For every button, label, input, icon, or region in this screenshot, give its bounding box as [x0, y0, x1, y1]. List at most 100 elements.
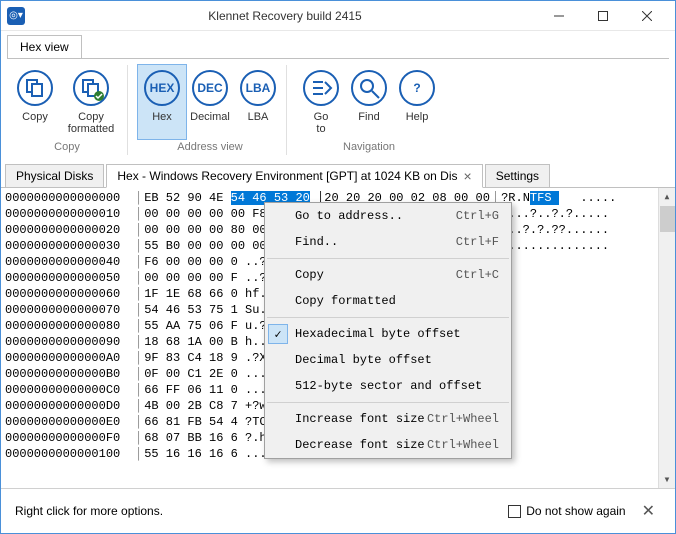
menu-item[interactable]: Copy formatted: [265, 288, 511, 314]
help-button[interactable]: ? Help: [393, 65, 441, 139]
vertical-scrollbar[interactable]: ▴ ▾: [658, 188, 675, 488]
tab-hex[interactable]: Hex - Windows Recovery Environment [GPT]…: [106, 164, 482, 188]
menu-item-label: Copy formatted: [295, 294, 396, 308]
hex-bytes[interactable]: 66 81 FB 54 4: [144, 414, 238, 430]
hex-bytes[interactable]: 18 68 1A 00 B: [144, 334, 238, 350]
hex-bytes[interactable]: 9F 83 C4 18 9: [144, 350, 238, 366]
offset: 0000000000000020: [5, 222, 133, 238]
menu-item-label: Decrease font size: [295, 438, 425, 452]
ribbon-group-label: Navigation: [343, 141, 395, 153]
document-tabs: Physical Disks Hex - Windows Recovery Env…: [1, 159, 675, 188]
window-title: Klennet Recovery build 2415: [33, 9, 537, 23]
menu-item-label: Hexadecimal byte offset: [295, 327, 461, 341]
hex-bytes[interactable]: 1F 1E 68 66 0: [144, 286, 238, 302]
hex-bytes[interactable]: 54 46 53 75 1: [144, 302, 238, 318]
menu-item[interactable]: 512-byte sector and offset: [265, 373, 511, 399]
scroll-down-icon[interactable]: ▾: [659, 471, 675, 488]
checkbox-label: Do not show again: [526, 504, 625, 518]
status-close-icon[interactable]: ✕: [636, 501, 661, 521]
goto-button[interactable]: Go to: [297, 65, 345, 139]
offset: 0000000000000070: [5, 302, 133, 318]
hex-icon: HEX: [141, 67, 183, 109]
copy-formatted-icon: [70, 67, 112, 109]
menu-separator: [267, 317, 509, 318]
status-message: Right click for more options.: [15, 504, 498, 518]
hex-bytes[interactable]: 0F 00 C1 2E 0: [144, 366, 238, 382]
find-icon: [348, 67, 390, 109]
ribbon-group-label: Copy: [54, 141, 80, 153]
ribbon-group-navigation: Go to Find? Help Navigation: [293, 65, 445, 155]
tab-settings[interactable]: Settings: [485, 164, 550, 188]
decimal-label: Decimal: [190, 111, 230, 135]
offset: 0000000000000010: [5, 206, 133, 222]
hex-bytes[interactable]: 00 00 00 00 F: [144, 270, 238, 286]
menu-separator: [267, 258, 509, 259]
menu-item-label: 512-byte sector and offset: [295, 379, 482, 393]
svg-text:DEC: DEC: [197, 81, 223, 95]
help-label: Help: [406, 111, 429, 135]
close-button[interactable]: [625, 2, 669, 30]
menu-item-label: Go to address..: [295, 209, 403, 223]
offset: 0000000000000030: [5, 238, 133, 254]
tab-label: Physical Disks: [16, 169, 93, 183]
hex-bytes[interactable]: 4B 00 2B C8 7: [144, 398, 238, 414]
decimal-icon: DEC: [189, 67, 231, 109]
svg-text:?: ?: [413, 81, 420, 95]
menu-item-label: Increase font size: [295, 412, 425, 426]
hex-bytes[interactable]: 68 07 BB 16 6: [144, 430, 238, 446]
menu-item[interactable]: Go to address..Ctrl+G: [265, 203, 511, 229]
lba-button[interactable]: LBALBA: [234, 65, 282, 139]
tab-label: Hex - Windows Recovery Environment [GPT]…: [117, 169, 457, 183]
status-bar: Right click for more options. Do not sho…: [1, 488, 675, 533]
scroll-thumb[interactable]: [660, 206, 675, 232]
ascii-bytes[interactable]: ?R.NTFS .....: [501, 190, 616, 206]
svg-text:HEX: HEX: [150, 81, 175, 95]
menu-item[interactable]: Find..Ctrl+F: [265, 229, 511, 255]
title-bar: ◎▾ Klennet Recovery build 2415: [1, 1, 675, 31]
menu-item[interactable]: ✓Hexadecimal byte offset: [265, 321, 511, 347]
menu-item[interactable]: Decrease font sizeCtrl+Wheel: [265, 432, 511, 458]
view-tab-hex[interactable]: Hex view: [7, 35, 82, 58]
ribbon-group-label: Address view: [177, 141, 242, 153]
hex-bytes[interactable]: 55 16 16 16 6: [144, 446, 238, 462]
window-buttons: [537, 2, 669, 30]
maximize-button[interactable]: [581, 2, 625, 30]
context-menu: Go to address..Ctrl+GFind..Ctrl+F CopyCtr…: [264, 202, 512, 459]
copy-button[interactable]: Copy: [11, 65, 59, 139]
hex-bytes[interactable]: F6 00 00 00 0: [144, 254, 238, 270]
tab-close-icon[interactable]: ×: [464, 169, 472, 183]
ribbon: CopyCopy formattedCopyHEXHexDECDecimalLB…: [1, 59, 675, 155]
menu-item-shortcut: Ctrl+Wheel: [427, 438, 499, 452]
menu-item-label: Decimal byte offset: [295, 353, 432, 367]
tab-physical-disks[interactable]: Physical Disks: [5, 164, 104, 188]
menu-item-shortcut: Ctrl+F: [456, 235, 499, 249]
svg-text:LBA: LBA: [246, 81, 271, 95]
copy-formatted-button[interactable]: Copy formatted: [59, 65, 123, 139]
offset: 0000000000000060: [5, 286, 133, 302]
offset: 00000000000000B0: [5, 366, 133, 382]
offset: 00000000000000E0: [5, 414, 133, 430]
offset: 0000000000000100: [5, 446, 133, 462]
menu-item-shortcut: Ctrl+Wheel: [427, 412, 499, 426]
offset: 0000000000000090: [5, 334, 133, 350]
hex-bytes[interactable]: 55 AA 75 06 F: [144, 318, 238, 334]
menu-item[interactable]: Increase font sizeCtrl+Wheel: [265, 406, 511, 432]
view-tab-strip: Hex view: [1, 31, 675, 59]
find-button[interactable]: Find: [345, 65, 393, 139]
goto-icon: [300, 67, 342, 109]
scroll-up-icon[interactable]: ▴: [659, 188, 675, 205]
lba-icon: LBA: [237, 67, 279, 109]
tab-label: Settings: [496, 169, 539, 183]
hex-button[interactable]: HEXHex: [138, 65, 186, 139]
minimize-button[interactable]: [537, 2, 581, 30]
hex-view[interactable]: 0000000000000000│EB 52 90 4E 54 46 53 20…: [1, 188, 675, 488]
goto-label: Go to: [314, 111, 329, 135]
app-icon: ◎▾: [7, 7, 25, 25]
decimal-button[interactable]: DEC Decimal: [186, 65, 234, 139]
menu-item[interactable]: CopyCtrl+C: [265, 262, 511, 288]
checkbox-icon[interactable]: [508, 505, 521, 518]
menu-item[interactable]: Decimal byte offset: [265, 347, 511, 373]
hex-bytes[interactable]: 66 FF 06 11 0: [144, 382, 238, 398]
do-not-show-checkbox[interactable]: Do not show again: [508, 504, 625, 518]
copy-formatted-label: Copy formatted: [68, 111, 114, 135]
